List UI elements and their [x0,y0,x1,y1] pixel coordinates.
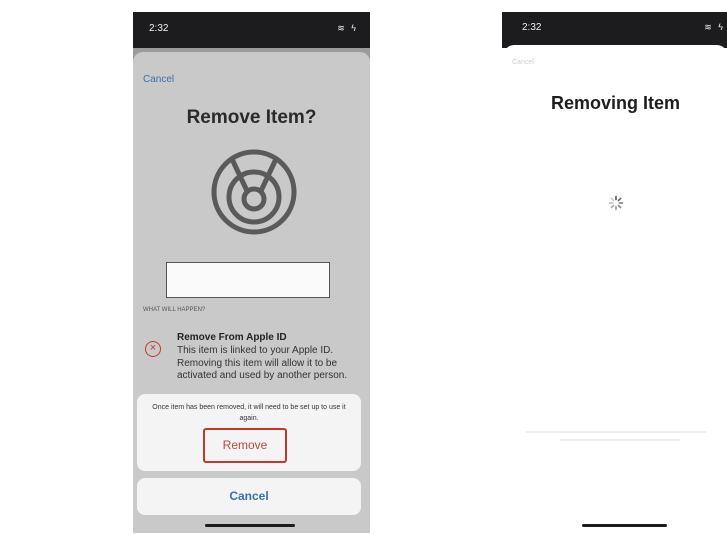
action-note: Once item has been removed, it will need… [152,404,346,422]
item-title: Remove From Apple ID [177,332,287,343]
page-title: Removing Item [550,93,681,113]
status-time: 2:32 [149,23,169,34]
status-bar: 2:32 ≋ ϟ [133,12,370,48]
removing-item-sheet: Cancel Removing Item [504,45,727,533]
home-indicator[interactable] [582,524,667,527]
remove-item-sheet: Cancel Remove Item? WHAT WILL HAPPEN? × … [133,52,370,533]
phone-remove-item: 2:32 ≋ ϟ Cancel Remove Item? WHAT WILL H… [133,12,370,533]
cancel-link[interactable]: Cancel [143,74,174,85]
wifi-icon: ≋ ϟ [704,22,725,32]
item-name-box [166,262,330,298]
remove-x-icon: × [145,341,161,357]
screenshot-canvas: 2:32 ≋ ϟ Cancel Remove Item? WHAT WILL H… [0,0,727,534]
airtag-radar-icon [211,149,297,235]
home-indicator[interactable] [205,524,295,527]
item-description: This item is linked to your Apple ID. Re… [177,345,348,381]
phone-removing-item: 2:32 ≋ ϟ Cancel Removing Item [502,12,727,533]
status-bar: 2:32 ≋ ϟ [502,12,727,48]
loading-spinner-icon [608,195,624,211]
page-title: Remove Item? [186,107,317,128]
status-time: 2:32 [522,22,542,33]
cancel-button[interactable]: Cancel [137,478,361,515]
section-header: WHAT WILL HAPPEN? [143,307,206,313]
remove-button[interactable]: Remove [203,428,287,463]
faded-text-line [560,439,680,441]
action-sheet: Once item has been removed, it will need… [137,394,361,471]
faded-text-line [526,431,706,433]
wifi-icon: ≋ ϟ [337,23,358,33]
cancel-link[interactable]: Cancel [512,59,534,66]
